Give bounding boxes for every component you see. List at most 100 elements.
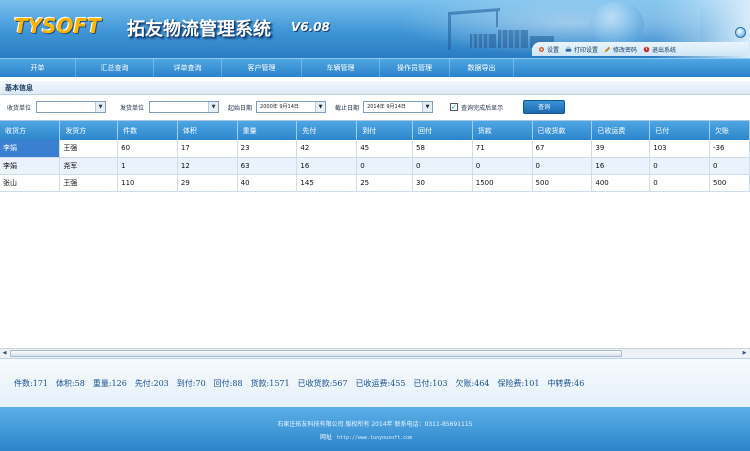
table-cell[interactable]: 17 [177,140,238,158]
app-title: 拓友物流管理系统 [127,19,271,40]
table-cell[interactable]: 29 [177,174,238,192]
table-row[interactable]: 张山 王强 110 29 40 145 25 30 1500 500 400 0… [0,174,750,192]
table-cell[interactable]: 30 [412,174,473,192]
website-link[interactable]: http://www.tuoyousoft.com [337,435,412,441]
table-cell[interactable]: 110 [117,174,178,192]
copyright-text: 石家庄拓友科技有限公司 版权所有 2014年 联系电话：0311-8569111… [277,421,473,428]
app-version: V6.08 [291,20,330,34]
sender-select[interactable]: ▼ [149,101,220,113]
table-cell[interactable]: 58 [412,140,473,158]
column-header[interactable]: 先付 [296,121,358,140]
nav-data-export[interactable]: 数据导出 [450,59,514,77]
table-cell[interactable]: 145 [296,174,358,192]
table-cell[interactable]: 45 [356,140,413,158]
column-header[interactable]: 到付 [356,121,413,140]
summary-item: 已收运费:455 [355,378,406,388]
nav-summary-query[interactable]: 汇总查询 [76,59,154,77]
table-cell[interactable]: 李娟 [0,140,61,158]
table-cell[interactable]: 63 [237,157,298,175]
column-header[interactable]: 已收运费 [591,121,651,140]
column-header[interactable]: 发货方 [59,121,119,140]
table-cell[interactable]: 71 [472,140,533,158]
show-after-query-label: 查询完成后显示 [461,104,504,112]
settings-icon [539,46,544,52]
summary-item: 先付:203 [134,378,169,388]
table-cell[interactable]: 0 [649,174,710,192]
print-settings-link-label: 打印设置 [574,46,599,54]
table-header-row: 收货方 发货方 件数 体积 重量 先付 到付 回付 货款 已收货款 已收运费 已… [0,121,750,140]
table-cell[interactable]: 0 [532,157,593,175]
table-row[interactable]: 李娟 王强 60 17 23 42 45 58 71 67 39 103 -36 [0,140,750,158]
section-title: 基本信息 [0,81,750,95]
results-table: 收货方 发货方 件数 体积 重量 先付 到付 回付 货款 已收货款 已收运费 已… [0,121,750,192]
column-header[interactable]: 已收货款 [532,121,593,140]
table-cell[interactable]: 500 [709,174,750,192]
query-button[interactable]: 查询 [523,100,566,114]
summary-item: 到付:70 [176,378,206,388]
table-cell[interactable]: 尧军 [59,157,119,175]
scroll-right-icon[interactable]: ▶ [740,349,749,358]
table-cell[interactable]: -36 [709,140,750,158]
change-password-link[interactable]: 修改密码 [604,45,637,54]
print-settings-link[interactable]: 打印设置 [565,45,598,54]
scroll-left-icon[interactable]: ◀ [0,349,9,358]
horizontal-scrollbar[interactable]: ◀ ▶ [0,348,750,358]
column-header[interactable]: 货款 [472,121,533,140]
receiver-select[interactable]: ▼ [36,101,107,113]
nav-operator-management[interactable]: 操作员管理 [380,59,450,77]
table-cell[interactable]: 67 [532,140,593,158]
start-date-picker[interactable]: 2000年 9月14日 ▼ [256,101,327,113]
table-cell[interactable]: 0 [356,157,413,175]
brand-logo-text: TYSOFT [14,14,101,38]
table-cell[interactable]: 李娟 [0,157,61,175]
column-header[interactable]: 件数 [117,121,178,140]
table-cell[interactable]: 王强 [59,174,119,192]
scrollbar-thumb[interactable] [10,350,622,357]
column-header[interactable]: 收货方 [0,121,61,140]
table-cell[interactable]: 0 [412,157,473,175]
nav-detail-query[interactable]: 详单查询 [154,59,222,77]
table-cell[interactable]: 16 [296,157,358,175]
table-cell[interactable]: 103 [649,140,710,158]
table-cell[interactable]: 60 [117,140,178,158]
table-cell[interactable]: 1500 [472,174,533,192]
nav-create-order[interactable]: 开单 [0,59,76,77]
table-cell[interactable]: 1 [117,157,178,175]
table-cell[interactable]: 40 [237,174,298,192]
corner-orb-button[interactable] [735,27,746,38]
column-header[interactable]: 回付 [412,121,473,140]
table-cell[interactable]: 张山 [0,174,61,192]
table-cell[interactable]: 500 [532,174,593,192]
chevron-down-icon: ▼ [315,102,326,112]
table-cell[interactable]: 42 [296,140,358,158]
summary-item: 已付:103 [413,378,448,388]
column-header[interactable]: 已付 [649,121,710,140]
table-cell[interactable]: 0 [709,157,750,175]
table-cell[interactable]: 400 [591,174,651,192]
chevron-down-icon: ▼ [422,102,433,112]
start-date-value: 2000年 9月14日 [260,104,299,110]
show-after-query-checkbox[interactable]: ✓ [450,103,459,111]
table-cell[interactable]: 0 [649,157,710,175]
summary-item: 体积:58 [55,378,85,388]
printer-icon [565,46,572,52]
table-cell[interactable]: 0 [472,157,533,175]
end-date-label: 截止日期 [335,104,360,112]
table-cell[interactable]: 王强 [59,140,119,158]
column-header[interactable]: 重量 [237,121,298,140]
table-cell[interactable]: 12 [177,157,238,175]
column-header[interactable]: 欠账 [709,121,750,140]
end-date-value: 2014年 9月14日 [367,104,406,110]
nav-customer-management[interactable]: 客户管理 [222,59,302,77]
nav-vehicle-management[interactable]: 车辆管理 [302,59,380,77]
table-cell[interactable]: 25 [356,174,413,192]
table-cell[interactable]: 23 [237,140,298,158]
table-cell[interactable]: 39 [591,140,651,158]
table-row[interactable]: 李娟 尧军 1 12 63 16 0 0 0 0 16 0 0 [0,157,750,175]
settings-link[interactable]: 设置 [538,45,559,54]
column-header[interactable]: 体积 [177,121,238,140]
table-cell[interactable]: 16 [591,157,651,175]
end-date-picker[interactable]: 2014年 9月14日 ▼ [363,101,434,113]
logout-link[interactable]: 退出系统 [643,45,676,54]
power-icon [643,46,650,52]
